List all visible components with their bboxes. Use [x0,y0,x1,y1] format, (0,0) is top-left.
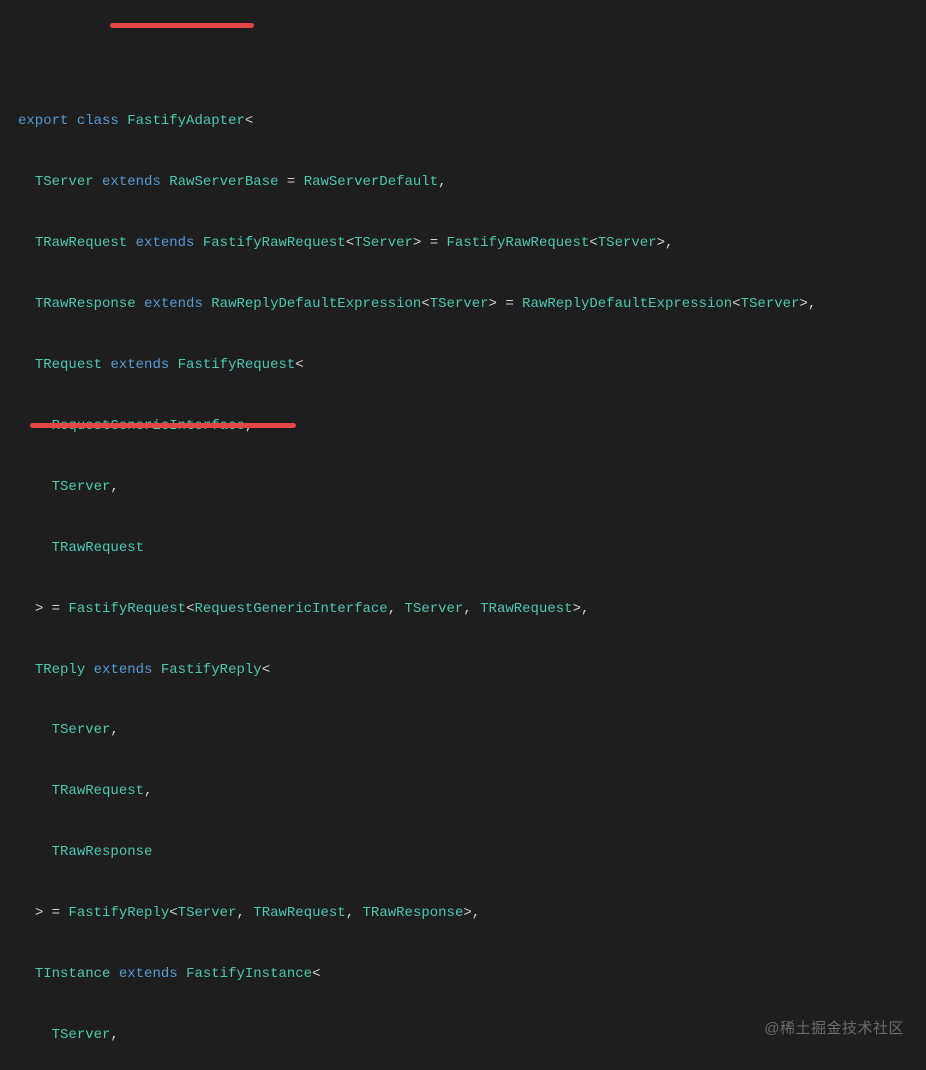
code-line: export class FastifyAdapter< [18,111,926,131]
code-line: TServer extends RawServerBase = RawServe… [18,172,926,192]
watermark: @稀土掘金技术社区 [764,1018,904,1040]
code-line: TRequest extends FastifyRequest< [18,355,926,375]
code-line: TRawRequest extends FastifyRawRequest<TS… [18,233,926,253]
code-line: > = FastifyRequest<RequestGenericInterfa… [18,599,926,619]
code-editor[interactable]: export class FastifyAdapter< TServer ext… [0,0,926,1070]
code-line: TServer, [18,720,926,740]
code-line: TRawRequest [18,538,926,558]
code-line: TServer, [18,477,926,497]
highlight-underline-1 [110,23,254,28]
code-line: TRawRequest, [18,781,926,801]
code-line: TReply extends FastifyReply< [18,660,926,680]
highlight-underline-2 [30,423,296,428]
code-line: > = FastifyReply<TServer, TRawRequest, T… [18,903,926,923]
code-line: TInstance extends FastifyInstance< [18,964,926,984]
code-line: TRawResponse [18,842,926,862]
code-line: TRawResponse extends RawReplyDefaultExpr… [18,294,926,314]
